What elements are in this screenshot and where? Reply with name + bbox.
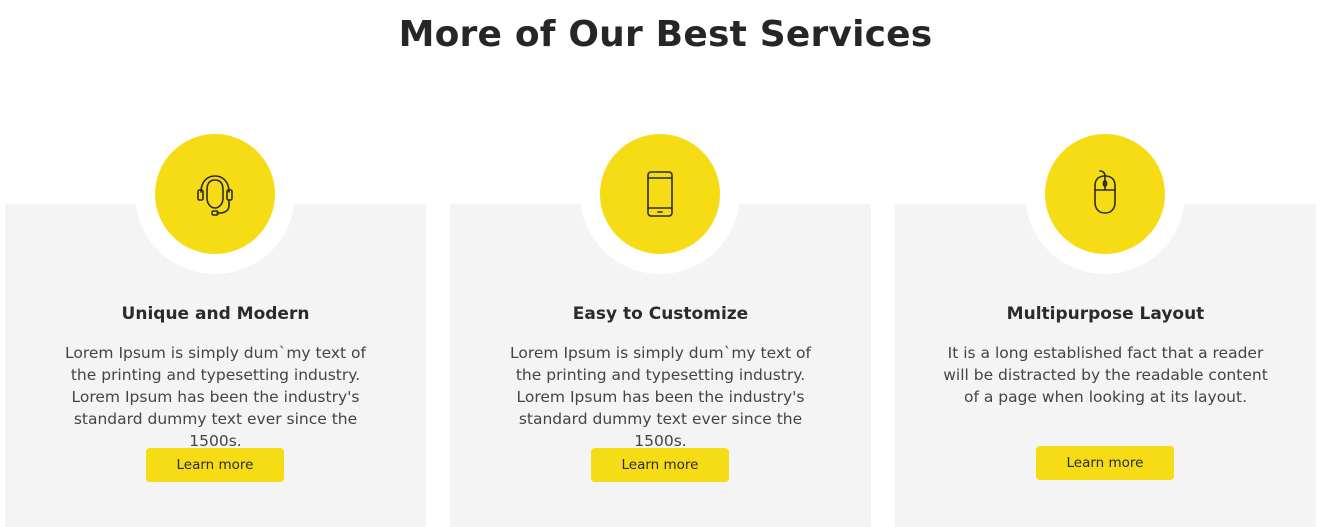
card-title: Multipurpose Layout <box>1006 304 1205 324</box>
icon-circle <box>155 134 275 254</box>
card-description: Lorem Ipsum is simply dum`my text of the… <box>510 344 811 450</box>
smartphone-icon <box>647 171 673 217</box>
card-description: Lorem Ipsum is simply dum`my text of the… <box>65 344 366 450</box>
services-section: More of Our Best Services Unique and Mod… <box>0 0 1331 527</box>
learn-more-button[interactable]: Learn more <box>591 448 729 482</box>
service-card: Unique and Modern Lorem Ipsum is simply … <box>5 134 426 527</box>
card-title: Unique and Modern <box>121 304 310 324</box>
icon-circle <box>1045 134 1165 254</box>
card-title: Easy to Customize <box>572 304 749 324</box>
headset-icon <box>197 175 233 216</box>
section-title: More of Our Best Services <box>398 14 933 55</box>
learn-more-button[interactable]: Learn more <box>1036 446 1174 480</box>
service-card: Easy to Customize Lorem Ipsum is simply … <box>450 134 871 527</box>
icon-circle <box>600 134 720 254</box>
card-description: It is a long established fact that a rea… <box>943 344 1268 406</box>
learn-more-button[interactable]: Learn more <box>146 448 284 482</box>
mouse-icon <box>1094 170 1116 214</box>
service-card: Multipurpose Layout It is a long establi… <box>895 134 1316 527</box>
